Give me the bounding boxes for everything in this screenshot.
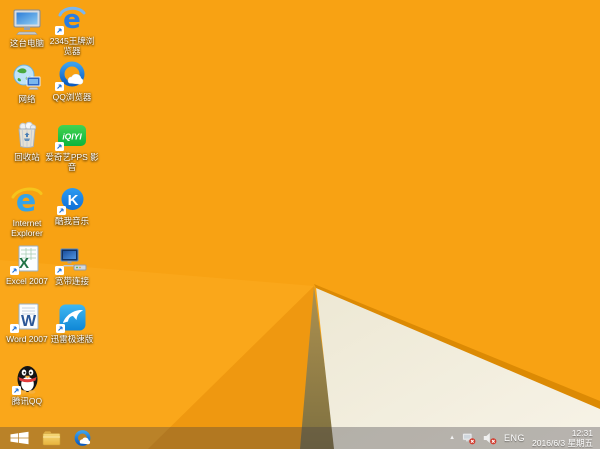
- network-disconnected-icon: [462, 432, 476, 444]
- shortcut-arrow-icon: [10, 324, 19, 333]
- desktop: 这台电脑 e 2345王牌浏 览器 网络 QQ浏览器 回收站 iQIYI 爱奇艺…: [0, 0, 600, 449]
- clock-date: 2016/6/3 星期五: [532, 438, 593, 448]
- blue-ring-cloud-icon: [55, 60, 87, 91]
- qq-browser-taskbar-button[interactable]: [71, 427, 93, 449]
- thunder-bird-icon: [55, 302, 87, 333]
- desktop-icon-broadband[interactable]: 宽带连接: [49, 244, 95, 286]
- volume-button[interactable]: [483, 432, 497, 445]
- shortcut-arrow-icon: [55, 324, 65, 333]
- blue-e-browser-icon: e: [55, 4, 87, 35]
- icon-label: 爱奇艺PPS 影 音: [45, 152, 99, 172]
- kuwo-k-circle-icon: K: [56, 184, 86, 215]
- desktop-icon-iqiyi[interactable]: iQIYI 爱奇艺PPS 影 音: [45, 120, 99, 172]
- start-button[interactable]: [7, 427, 31, 449]
- icon-label: 宽带连接: [54, 276, 89, 286]
- desktop-icon-qq-browser[interactable]: QQ浏览器: [49, 60, 95, 102]
- qq-browser-icon: [74, 429, 90, 446]
- shortcut-arrow-icon: [11, 386, 21, 395]
- iqiyi-green-icon: iQIYI: [55, 120, 87, 151]
- svg-text:X: X: [19, 255, 29, 272]
- system-tray: ▲ ENG 12:31 2016/6/3 星期五: [449, 427, 593, 449]
- computer-icon: [11, 6, 43, 36]
- icon-label: QQ浏览器: [52, 92, 92, 102]
- icon-label: 迅雷极速版: [50, 334, 94, 344]
- internet-explorer-icon: e: [11, 184, 43, 216]
- windows-start-icon: [9, 431, 29, 445]
- show-hidden-icons-button[interactable]: ▲: [449, 435, 455, 441]
- icon-label: 2345王牌浏 览器: [49, 36, 95, 56]
- shortcut-arrow-icon: [10, 266, 19, 275]
- shortcut-arrow-icon: [56, 206, 66, 215]
- shortcut-arrow-icon: [55, 26, 64, 35]
- clock[interactable]: 12:31 2016/6/3 星期五: [532, 428, 593, 448]
- desktop-icon-kuwo-music[interactable]: K 酷我音乐: [49, 184, 95, 226]
- svg-text:W: W: [21, 313, 37, 330]
- desktop-icon-thunder[interactable]: 迅雷极速版: [49, 302, 95, 344]
- network-globe-icon: [12, 62, 42, 92]
- word-icon: W: [10, 302, 42, 333]
- svg-text:iQIYI: iQIYI: [62, 132, 82, 142]
- volume-muted-icon: [483, 432, 497, 444]
- shortcut-arrow-icon: [55, 142, 64, 151]
- icon-label: 酷我音乐: [54, 216, 89, 226]
- icon-label: 腾讯QQ: [11, 396, 43, 406]
- svg-text:K: K: [67, 192, 78, 209]
- desktop-icon-tencent-qq[interactable]: 腾讯QQ: [4, 362, 50, 406]
- recycle-bin-icon: [14, 120, 40, 150]
- qq-penguin-icon: [11, 362, 41, 395]
- excel-icon: X: [10, 244, 42, 275]
- broadband-connection-icon: [54, 244, 88, 275]
- desktop-icon-2345-browser[interactable]: e 2345王牌浏 览器: [49, 4, 95, 56]
- shortcut-arrow-icon: [55, 82, 64, 91]
- desktop-icon-internet-explorer[interactable]: e Internet Explorer: [4, 184, 50, 238]
- file-explorer-taskbar-button[interactable]: [40, 427, 62, 449]
- file-explorer-icon: [42, 431, 60, 446]
- network-status-button[interactable]: [462, 432, 476, 445]
- taskbar: ▲ ENG 12:31 2016/6/3 星期五: [0, 427, 600, 449]
- language-indicator[interactable]: ENG: [504, 433, 525, 443]
- shortcut-arrow-icon: [54, 266, 64, 275]
- clock-time: 12:31: [571, 428, 593, 438]
